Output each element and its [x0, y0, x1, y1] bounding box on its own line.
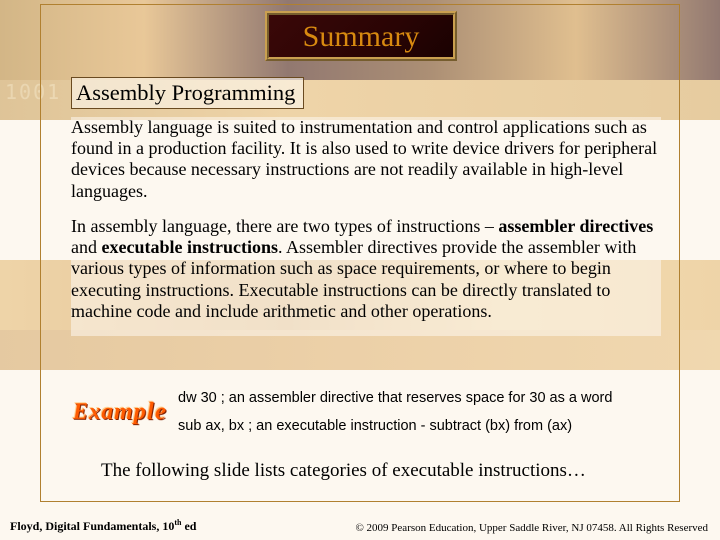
- footer-right: © 2009 Pearson Education, Upper Saddle R…: [355, 522, 708, 534]
- content-frame: Summary Assembly Programming Assembly la…: [40, 4, 680, 502]
- footer-left-text2: ed: [181, 519, 196, 533]
- slide: 1001 Summary Assembly Programming Assemb…: [0, 0, 720, 540]
- paragraph-1: Assembly language is suited to instrumen…: [71, 117, 661, 202]
- example-line-2: sub ax, bx ; an executable instruction -…: [178, 413, 612, 441]
- example-lines: dw 30 ; an assembler directive that rese…: [178, 385, 612, 440]
- section-heading: Assembly Programming: [71, 77, 304, 109]
- text-run: and: [71, 237, 102, 257]
- paragraph-2: In assembly language, there are two type…: [71, 216, 661, 322]
- bold-term: executable instructions: [102, 237, 278, 257]
- footer: Floyd, Digital Fundamentals, 10th ed © 2…: [0, 512, 720, 540]
- body-text: Assembly language is suited to instrumen…: [71, 117, 661, 336]
- example-graphic: Example: [73, 399, 167, 427]
- footer-left-text: Floyd, Digital Fundamentals, 10: [10, 519, 174, 533]
- follow-text: The following slide lists categories of …: [101, 460, 586, 482]
- text-run: In assembly language, there are two type…: [71, 216, 498, 236]
- bold-term: assembler directives: [498, 216, 653, 236]
- footer-left: Floyd, Digital Fundamentals, 10th ed: [10, 518, 196, 534]
- example-block: Example dw 30 ; an assembler directive t…: [71, 385, 661, 440]
- example-line-1: dw 30 ; an assembler directive that rese…: [178, 385, 612, 413]
- slide-title: Summary: [265, 11, 457, 61]
